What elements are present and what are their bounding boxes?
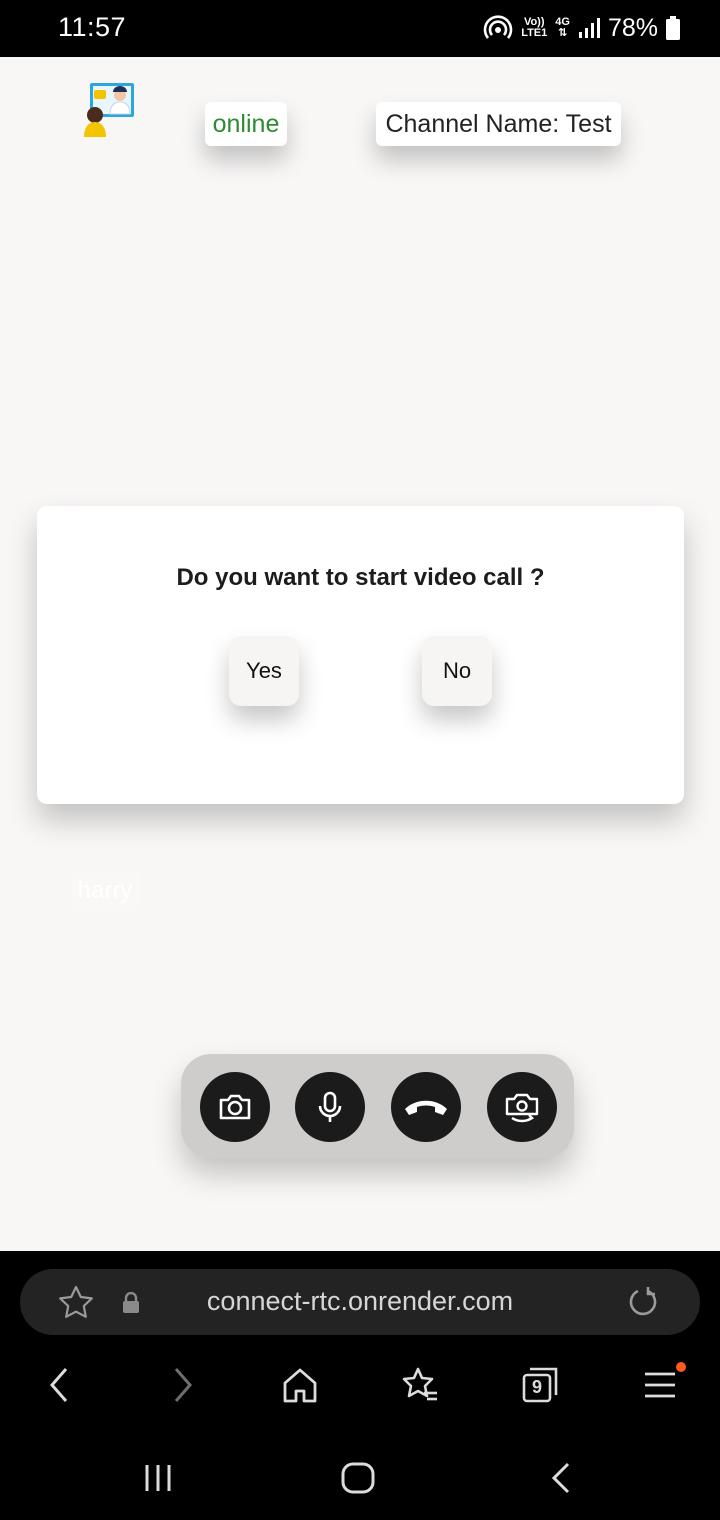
home-icon[interactable]: [280, 1365, 320, 1405]
call-controls-bar: [181, 1054, 574, 1158]
browser-toolbar: connect-rtc.onrender.com 9: [0, 1251, 720, 1425]
no-button[interactable]: No: [422, 636, 492, 706]
status-bar: 11:57 Vo)) LTE1 4G ⇅ 78%: [0, 0, 720, 57]
microphone-icon: [318, 1091, 342, 1122]
volte-indicator: Vo)) LTE1: [521, 16, 548, 39]
network-indicator: 4G ⇅: [555, 16, 570, 39]
battery-percent: 78%: [607, 13, 658, 42]
signal-icon: [578, 18, 600, 38]
home-nav-icon[interactable]: [340, 1461, 376, 1495]
menu-icon[interactable]: [640, 1365, 680, 1405]
start-call-dialog: Do you want to start video call ? Yes No: [37, 506, 684, 804]
hang-up-icon: [405, 1100, 447, 1115]
switch-camera-icon: [505, 1093, 539, 1123]
battery-icon: [666, 16, 680, 40]
channel-name-label: Channel Name: Test: [376, 102, 621, 146]
url-text[interactable]: connect-rtc.onrender.com: [20, 1286, 700, 1317]
tab-count: 9: [531, 1377, 542, 1397]
camera-icon: [219, 1094, 251, 1120]
dialog-title: Do you want to start video call ?: [176, 564, 545, 591]
recent-apps-icon[interactable]: [142, 1463, 176, 1493]
participant-name-label: harry: [70, 872, 140, 910]
switch-camera-button[interactable]: [487, 1072, 557, 1142]
web-page: online Channel Name: Test harry Do you w…: [0, 57, 720, 1251]
address-bar[interactable]: connect-rtc.onrender.com: [20, 1269, 700, 1335]
back-icon[interactable]: [40, 1365, 80, 1405]
connection-status-badge: online: [205, 102, 287, 146]
microphone-toggle-button[interactable]: [295, 1072, 365, 1142]
forward-icon[interactable]: [162, 1365, 202, 1405]
camera-toggle-button[interactable]: [200, 1072, 270, 1142]
hotspot-icon: [483, 15, 513, 39]
reload-icon[interactable]: [626, 1285, 660, 1319]
tabs-button[interactable]: 9: [520, 1365, 560, 1405]
hang-up-button[interactable]: [391, 1072, 461, 1142]
back-nav-icon[interactable]: [548, 1461, 574, 1495]
menu-notification-dot: [676, 1362, 686, 1372]
status-time: 11:57: [58, 12, 127, 42]
yes-button[interactable]: Yes: [229, 636, 299, 706]
video-call-logo-icon: [84, 83, 134, 137]
system-navigation-bar: [0, 1425, 720, 1520]
status-indicators: Vo)) LTE1 4G ⇅ 78%: [483, 10, 680, 46]
bookmarks-icon[interactable]: [400, 1365, 440, 1405]
